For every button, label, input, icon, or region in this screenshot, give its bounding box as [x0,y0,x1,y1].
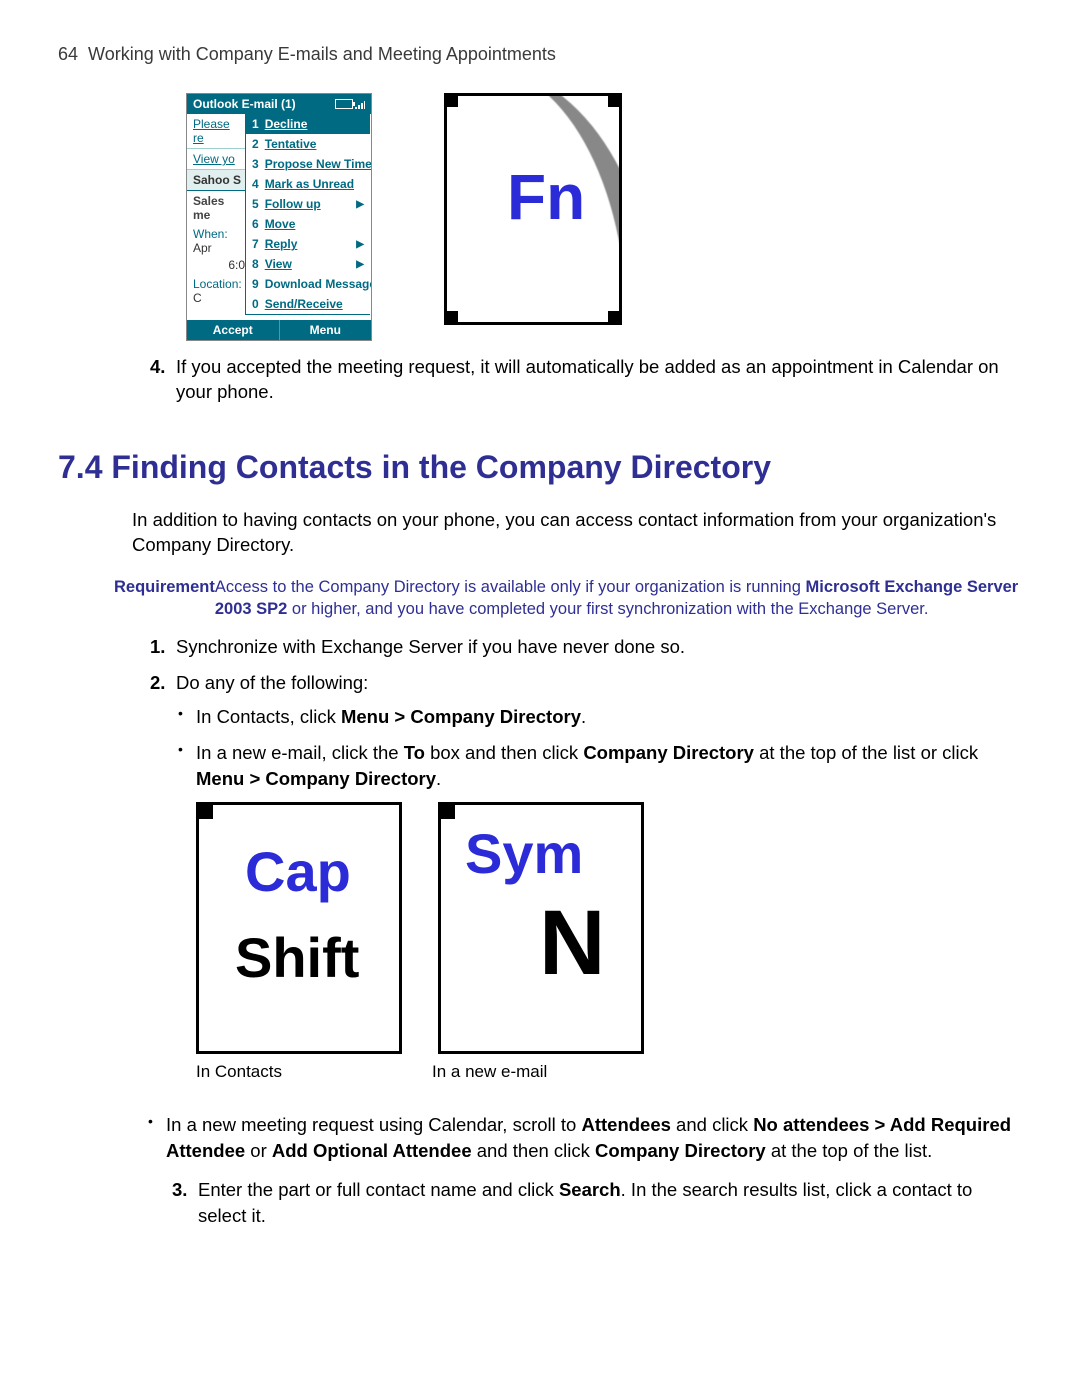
caption-in-new-email: In a new e-mail [432,1060,632,1084]
caption-in-contacts: In Contacts [196,1060,396,1084]
phone-title-text: Outlook E-mail (1) [193,97,296,111]
context-menu: 1Decline 2Tentative 3Propose New Time 4M… [245,114,370,315]
phone-body: Please re View yo Sahoo S Sales me When:… [187,114,371,320]
step-text: Enter the part or full contact name and … [198,1177,1022,1229]
email-sender: Sahoo S [187,170,247,191]
sym-n-key-figure: Sym N [438,802,644,1054]
softkey-accept[interactable]: Accept [187,320,279,340]
when-row: When: Apr [187,225,247,255]
requirement-label: Requirement [114,576,215,621]
location-row: Location: C [187,275,247,305]
email-link-2: View yo [187,149,247,170]
page: 64 Working with Company E-mails and Meet… [0,0,1080,1397]
time-row: 6:0 [187,255,247,275]
page-number: 64 [58,44,78,64]
step-number: 3. [172,1177,198,1229]
chevron-right-icon: ▶ [356,239,364,250]
phone-titlebar: Outlook E-mail (1) [187,94,371,114]
menu-item-follow-up[interactable]: 5Follow up▶ [246,194,370,214]
email-subject: Sales me [187,191,247,225]
phone-screenshot: Outlook E-mail (1) Please re View yo Sah… [186,93,372,341]
cap-label: Cap [245,833,351,911]
step-text: If you accepted the meeting request, it … [176,355,1022,405]
menu-item-view[interactable]: 8View▶ [246,254,370,274]
requirement-body: Access to the Company Directory is avail… [215,576,1022,621]
step-2: 2. Do any of the following: In Contacts,… [150,670,1022,1093]
menu-item-decline[interactable]: 1Decline [246,114,370,134]
menu-item-move[interactable]: 6Move [246,214,370,234]
chevron-right-icon: ▶ [356,259,364,270]
chapter-title: Working with Company E-mails and Meeting… [88,44,556,64]
chevron-right-icon: ▶ [356,199,364,210]
cap-shift-key-figure: Cap Shift [196,802,402,1054]
step-3: 3. Enter the part or full contact name a… [172,1177,1022,1229]
menu-item-propose-new-time[interactable]: 3Propose New Time [246,154,370,174]
figure-row-1: Outlook E-mail (1) Please re View yo Sah… [186,93,1022,341]
fn-key-label: Fn [507,160,585,234]
fn-key-figure: Fn [444,93,622,325]
section-heading: 7.4 Finding Contacts in the Company Dire… [58,449,1022,486]
softkey-bar: Accept Menu [187,320,371,340]
n-label: N [539,879,605,1008]
status-icons [335,99,365,109]
requirement-note: Requirement Access to the Company Direct… [114,576,1022,621]
step-2-options: In Contacts, click Menu > Company Direct… [176,704,1022,1083]
steps-list: 1. Synchronize with Exchange Server if y… [150,634,1022,1093]
shift-label: Shift [235,919,359,997]
figure-row-2: Cap Shift Sym N [196,802,1022,1054]
menu-item-mark-unread[interactable]: 4Mark as Unread [246,174,370,194]
softkey-menu[interactable]: Menu [279,320,372,340]
menu-item-reply[interactable]: 7Reply▶ [246,234,370,254]
email-link-1: Please re [187,114,247,149]
step-2-options-continued: In a new meeting request using Calendar,… [146,1112,1022,1164]
menu-item-download-message[interactable]: 9Download Message [246,274,370,294]
email-preview-column: Please re View yo Sahoo S Sales me When:… [187,114,247,320]
battery-icon [335,99,353,109]
step-4: 4. If you accepted the meeting request, … [150,355,1022,405]
intro-paragraph: In addition to having contacts on your p… [132,508,1022,558]
step-1: 1. Synchronize with Exchange Server if y… [150,634,1022,660]
option-meeting-request: In a new meeting request using Calendar,… [146,1112,1022,1164]
running-header: 64 Working with Company E-mails and Meet… [58,44,1022,65]
menu-item-send-receive[interactable]: 0Send/Receive [246,294,370,314]
option-new-email: In a new e-mail, click the To box and th… [176,740,1022,1084]
signal-icon [355,99,365,109]
step-number: 4. [150,355,176,405]
figure-captions: In Contacts In a new e-mail [196,1060,1022,1084]
option-contacts: In Contacts, click Menu > Company Direct… [176,704,1022,730]
menu-item-tentative[interactable]: 2Tentative [246,134,370,154]
